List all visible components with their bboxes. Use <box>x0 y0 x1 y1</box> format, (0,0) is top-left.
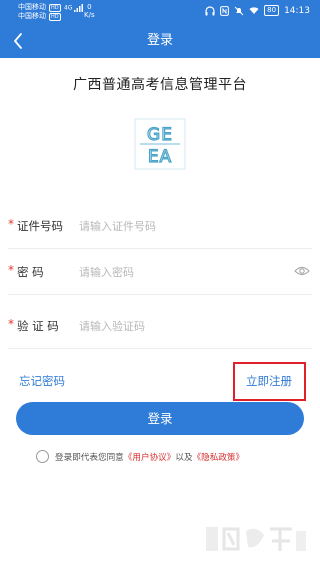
register-link[interactable]: 立即注册 <box>246 373 292 389</box>
net-speed-value: 0 <box>87 3 92 11</box>
required-mark: * <box>8 317 14 331</box>
clock: 14:13 <box>284 5 310 16</box>
carrier-info: 中国移动 HD 中国移动 HD <box>18 3 61 21</box>
carrier-1: 中国移动 <box>18 3 46 11</box>
signal-icon: 4G <box>64 4 84 12</box>
agreement-and: 以及 <box>175 452 193 463</box>
mute-icon <box>234 6 244 15</box>
hd-badge-2: HD <box>49 12 61 21</box>
agreement-prefix: 登录即代表您同意 <box>55 452 124 463</box>
password-label: 密 码 <box>17 265 44 279</box>
login-button[interactable]: 登录 <box>16 402 304 435</box>
headphones-icon <box>205 5 215 15</box>
agreement-checkbox[interactable] <box>36 450 49 463</box>
hd-badge: HD <box>49 3 61 12</box>
password-input[interactable] <box>79 262 279 282</box>
eye-icon[interactable] <box>294 265 310 277</box>
nav-title: 登录 <box>146 33 173 48</box>
agreement: 登录即代表您同意 《用户协议》 以及 《隐私政策》 <box>36 450 244 463</box>
forgot-password-link[interactable]: 忘记密码 <box>19 373 65 389</box>
nfc-icon <box>220 5 230 16</box>
id-number-input[interactable] <box>79 216 279 236</box>
net-speed: 0 K/s <box>84 3 95 19</box>
chevron-left-icon <box>14 33 22 49</box>
privacy-policy-link[interactable]: 《隐私政策》 <box>193 451 245 463</box>
status-right: 80 14:13 <box>205 5 310 16</box>
captcha-row: * 验 证 码 <box>8 303 312 349</box>
id-number-row: * 证件号码 <box>8 203 312 249</box>
required-mark: * <box>8 217 14 231</box>
captcha-label: 验 证 码 <box>17 319 59 333</box>
status-bar: 中国移动 HD 中国移动 HD 4G 0 K/s 80 14:13 <box>0 0 320 24</box>
nav-bar: 登录 <box>0 24 320 58</box>
wifi-icon <box>249 7 259 14</box>
app-title: 广西普通高考信息管理平台 <box>73 77 247 93</box>
svg-text:GE: GE <box>147 125 173 145</box>
back-button[interactable] <box>6 29 30 53</box>
required-mark: * <box>8 263 14 277</box>
password-row: * 密 码 <box>8 249 312 295</box>
geea-logo: GE EA <box>134 118 186 170</box>
watermark-image <box>206 527 306 551</box>
net-speed-unit: K/s <box>84 11 95 19</box>
svg-text:EA: EA <box>148 147 172 167</box>
captcha-input[interactable] <box>79 316 279 336</box>
battery-indicator: 80 <box>264 5 280 16</box>
carrier-2: 中国移动 <box>18 12 46 20</box>
id-number-label: 证件号码 <box>17 219 63 233</box>
user-agreement-link[interactable]: 《用户协议》 <box>124 451 176 463</box>
